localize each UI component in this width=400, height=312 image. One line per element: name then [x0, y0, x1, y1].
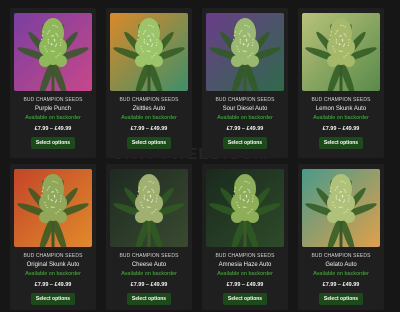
stock-status: Available on backorder: [121, 115, 177, 121]
plant-illustration: [206, 169, 284, 247]
product-image[interactable]: [14, 169, 92, 247]
product-name[interactable]: Lemon Skunk Auto: [316, 106, 366, 112]
product-price: £7.99 – £49.99: [34, 282, 72, 288]
stock-status: Available on backorder: [217, 115, 273, 121]
product-brand: BUD CHAMPION SEEDS: [311, 253, 371, 259]
plant-illustration: [14, 13, 92, 91]
product-brand: BUD CHAMPION SEEDS: [23, 97, 83, 103]
product-name[interactable]: Sour Diesel Auto: [223, 106, 268, 112]
stock-status: Available on backorder: [25, 115, 81, 121]
product-card[interactable]: BUD CHAMPION SEEDS Cheese Auto Available…: [106, 164, 192, 310]
select-options-button[interactable]: Select options: [318, 137, 364, 149]
product-image[interactable]: [14, 13, 92, 91]
product-card[interactable]: BUD CHAMPION SEEDS Zkittles Auto Availab…: [106, 8, 192, 158]
product-card[interactable]: BUD CHAMPION SEEDS Original Skunk Auto A…: [10, 164, 96, 310]
plant-illustration: [206, 13, 284, 91]
stock-status: Available on backorder: [217, 271, 273, 277]
product-price: £7.99 – £49.99: [322, 282, 360, 288]
plant-illustration: [14, 169, 92, 247]
product-name[interactable]: Amnesia Haze Auto: [219, 262, 272, 268]
product-image[interactable]: [110, 169, 188, 247]
product-card[interactable]: BUD CHAMPION SEEDS Purple Punch Availabl…: [10, 8, 96, 158]
product-card[interactable]: BUD CHAMPION SEEDS Sour Diesel Auto Avai…: [202, 8, 288, 158]
stock-status: Available on backorder: [25, 271, 81, 277]
product-image[interactable]: [110, 13, 188, 91]
product-price: £7.99 – £49.99: [322, 126, 360, 132]
product-price: £7.99 – £49.99: [226, 282, 264, 288]
product-image[interactable]: [302, 169, 380, 247]
stock-status: Available on backorder: [313, 271, 369, 277]
product-card[interactable]: BUD CHAMPION SEEDS Gelato Auto Available…: [298, 164, 384, 310]
product-card[interactable]: BUD CHAMPION SEEDS Amnesia Haze Auto Ava…: [202, 164, 288, 310]
product-price: £7.99 – £49.99: [130, 282, 168, 288]
product-brand: BUD CHAMPION SEEDS: [215, 253, 275, 259]
select-options-button[interactable]: Select options: [126, 293, 172, 305]
select-options-button[interactable]: Select options: [30, 293, 76, 305]
product-brand: BUD CHAMPION SEEDS: [119, 97, 179, 103]
product-name[interactable]: Original Skunk Auto: [27, 262, 80, 268]
product-brand: BUD CHAMPION SEEDS: [311, 97, 371, 103]
plant-illustration: [302, 13, 380, 91]
product-image[interactable]: [206, 13, 284, 91]
product-image[interactable]: [206, 169, 284, 247]
product-price: £7.99 – £49.99: [130, 126, 168, 132]
product-price: £7.99 – £49.99: [34, 126, 72, 132]
product-grid: BUD CHAMPION SEEDS Purple Punch Availabl…: [10, 8, 394, 310]
product-name[interactable]: Cheese Auto: [132, 262, 166, 268]
plant-illustration: [110, 13, 188, 91]
stock-status: Available on backorder: [313, 115, 369, 121]
product-name[interactable]: Zkittles Auto: [133, 106, 166, 112]
select-options-button[interactable]: Select options: [318, 293, 364, 305]
stock-status: Available on backorder: [121, 271, 177, 277]
select-options-button[interactable]: Select options: [30, 137, 76, 149]
product-price: £7.99 – £49.99: [226, 126, 264, 132]
select-options-button[interactable]: Select options: [222, 293, 268, 305]
select-options-button[interactable]: Select options: [222, 137, 268, 149]
product-brand: BUD CHAMPION SEEDS: [215, 97, 275, 103]
product-card[interactable]: BUD CHAMPION SEEDS Lemon Skunk Auto Avai…: [298, 8, 384, 158]
select-options-button[interactable]: Select options: [126, 137, 172, 149]
plant-illustration: [110, 169, 188, 247]
product-brand: BUD CHAMPION SEEDS: [119, 253, 179, 259]
product-name[interactable]: Gelato Auto: [325, 262, 356, 268]
product-image[interactable]: [302, 13, 380, 91]
plant-illustration: [302, 169, 380, 247]
product-brand: BUD CHAMPION SEEDS: [23, 253, 83, 259]
product-name[interactable]: Purple Punch: [35, 106, 71, 112]
